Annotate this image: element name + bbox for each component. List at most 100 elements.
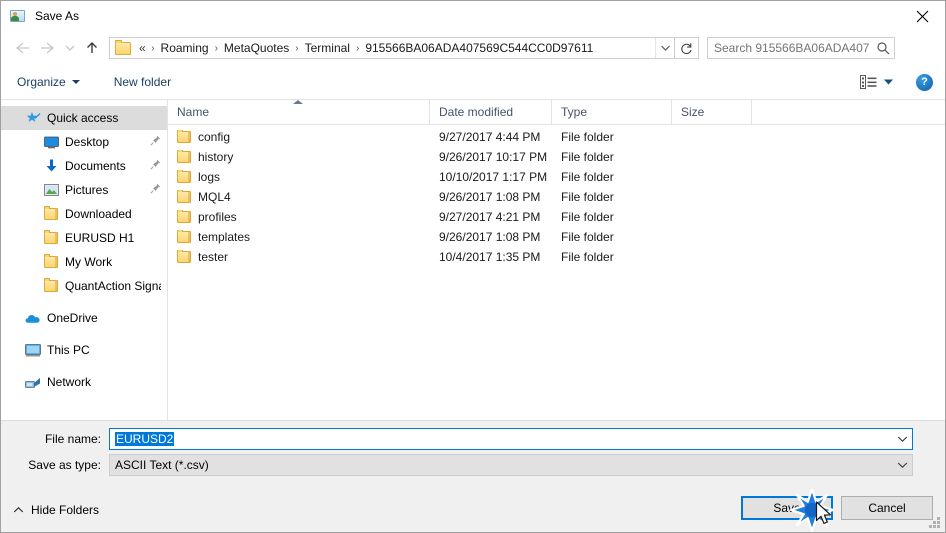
filename-value-wrap: EURUSD2 — [110, 432, 892, 446]
file-name-label: MQL4 — [198, 190, 231, 204]
chevron-down-icon — [660, 45, 670, 51]
file-name-label: tester — [198, 250, 229, 264]
sort-ascending-icon — [293, 100, 303, 104]
breadcrumb-item-instance[interactable]: 915566BA06ADA407569C544CC0D97611 — [361, 39, 597, 57]
filename-input[interactable]: EURUSD2 — [109, 428, 913, 450]
savetype-select[interactable]: ASCII Text (*.csv) — [109, 454, 913, 476]
sidebar-item-documents[interactable]: Documents — [1, 154, 167, 178]
cell-name: MQL4 — [168, 190, 430, 204]
sidebar-item-label: EURUSD H1 — [65, 231, 135, 245]
sidebar-item-pictures[interactable]: Pictures — [1, 178, 167, 202]
chevron-down-icon — [884, 79, 893, 85]
savetype-dropdown-button[interactable] — [892, 461, 912, 469]
table-row[interactable]: config 9/27/2017 4:44 PM File folder — [168, 127, 945, 147]
breadcrumb-separator: › — [214, 42, 218, 54]
window-title: Save As — [35, 9, 80, 23]
filename-value: EURUSD2 — [115, 432, 175, 446]
search-input[interactable] — [708, 40, 872, 56]
cell-date: 9/27/2017 4:44 PM — [439, 130, 541, 144]
cell-type: File folder — [561, 230, 614, 244]
back-button[interactable] — [9, 35, 35, 61]
title-bar: Save As — [1, 1, 945, 31]
sidebar-item-label: Pictures — [65, 183, 109, 197]
address-bar[interactable]: « › Roaming › MetaQuotes › Terminal › 91… — [109, 37, 675, 59]
pin-icon[interactable] — [150, 159, 161, 173]
forward-button[interactable] — [35, 35, 61, 61]
breadcrumb-item-roaming[interactable]: Roaming — [157, 39, 213, 57]
command-bar-right: ? — [854, 71, 933, 93]
savetype-label: Save as type: — [28, 458, 101, 472]
cancel-button-label: Cancel — [868, 501, 906, 515]
pictures-icon — [43, 182, 59, 198]
view-layout-icon — [860, 75, 877, 89]
new-folder-button[interactable]: New folder — [106, 71, 179, 93]
column-header-type[interactable]: Type — [552, 100, 672, 124]
sidebar-item-quick-access[interactable]: Quick access — [1, 106, 167, 130]
resize-grip[interactable] — [929, 517, 941, 529]
sidebar-item-label: Downloaded — [65, 207, 132, 221]
this-pc-icon — [25, 342, 41, 358]
file-name-label: templates — [198, 230, 251, 244]
table-row[interactable]: logs 10/10/2017 1:17 PM File folder — [168, 167, 945, 187]
breadcrumb: « › Roaming › MetaQuotes › Terminal › 91… — [135, 39, 655, 57]
folder-icon — [177, 210, 191, 223]
pin-icon[interactable] — [150, 135, 161, 149]
sidebar-item-label: Network — [47, 375, 92, 389]
cell-type: File folder — [561, 130, 614, 144]
table-row[interactable]: MQL4 9/26/2017 1:08 PM File folder — [168, 187, 945, 207]
organize-button[interactable]: Organize — [9, 71, 88, 93]
hide-folders-button[interactable]: Hide Folders — [13, 503, 99, 517]
cell-type: File folder — [561, 250, 614, 264]
column-label: Size — [681, 105, 705, 119]
savetype-row: Save as type: ASCII Text (*.csv) — [1, 454, 913, 476]
up-button[interactable] — [79, 35, 105, 61]
sidebar-item-desktop[interactable]: Desktop — [1, 130, 167, 154]
cell-date: 9/26/2017 10:17 PM — [439, 150, 548, 164]
command-bar: Organize New folder ? — [1, 65, 945, 100]
recent-locations-button[interactable] — [61, 35, 79, 61]
sidebar-item-onedrive[interactable]: OneDrive — [1, 306, 167, 330]
savetype-value: ASCII Text (*.csv) — [115, 458, 209, 472]
table-row[interactable]: templates 9/26/2017 1:08 PM File folder — [168, 227, 945, 247]
search-box[interactable] — [707, 37, 895, 59]
filename-dropdown-button[interactable] — [892, 435, 912, 443]
search-icon[interactable] — [872, 41, 894, 55]
breadcrumb-item-metaquotes[interactable]: MetaQuotes — [220, 39, 293, 57]
column-header-name[interactable]: Name — [168, 100, 430, 124]
breadcrumb-overflow[interactable]: « — [135, 39, 149, 57]
help-icon: ? — [921, 76, 928, 88]
hide-folders-label: Hide Folders — [31, 503, 100, 517]
sidebar-item-network[interactable]: Network — [1, 370, 167, 394]
sidebar-item-this-pc[interactable]: This PC — [1, 338, 167, 362]
filename-label: File name: — [44, 432, 101, 446]
file-name-label: profiles — [198, 210, 237, 224]
cell-name: history — [168, 150, 430, 164]
save-button[interactable]: Save — [741, 496, 833, 520]
change-view-button[interactable] — [854, 71, 900, 93]
file-name-label: config — [198, 130, 231, 144]
cell-date: 9/26/2017 1:08 PM — [439, 190, 541, 204]
sidebar-item-my-work[interactable]: My Work — [1, 250, 167, 274]
table-row[interactable]: profiles 9/27/2017 4:21 PM File folder — [168, 207, 945, 227]
cancel-button[interactable]: Cancel — [841, 496, 933, 520]
pin-icon[interactable] — [150, 183, 161, 197]
onedrive-cloud-icon — [25, 310, 41, 326]
table-row[interactable]: history 9/26/2017 10:17 PM File folder — [168, 147, 945, 167]
sidebar-item-downloaded[interactable]: Downloaded — [1, 202, 167, 226]
folder-icon — [115, 39, 131, 55]
column-header-size[interactable]: Size — [672, 100, 752, 124]
table-row[interactable]: tester 10/4/2017 1:35 PM File folder — [168, 247, 945, 267]
column-label: Name — [177, 105, 210, 119]
help-button[interactable]: ? — [916, 73, 933, 91]
cell-type: File folder — [561, 170, 614, 184]
close-button[interactable] — [899, 1, 945, 31]
breadcrumb-item-terminal[interactable]: Terminal — [301, 39, 354, 57]
file-name-label: history — [198, 150, 234, 164]
address-dropdown-button[interactable] — [655, 38, 674, 58]
column-header-date-modified[interactable]: Date modified — [430, 100, 552, 124]
sidebar-item-quantaction-signal[interactable]: QuantAction Signal — [1, 274, 167, 298]
refresh-button[interactable] — [675, 37, 699, 59]
file-rows: config 9/27/2017 4:44 PM File folder his… — [168, 125, 945, 267]
sidebar-item-eurusd-h1[interactable]: EURUSD H1 — [1, 226, 167, 250]
close-icon — [916, 10, 928, 22]
